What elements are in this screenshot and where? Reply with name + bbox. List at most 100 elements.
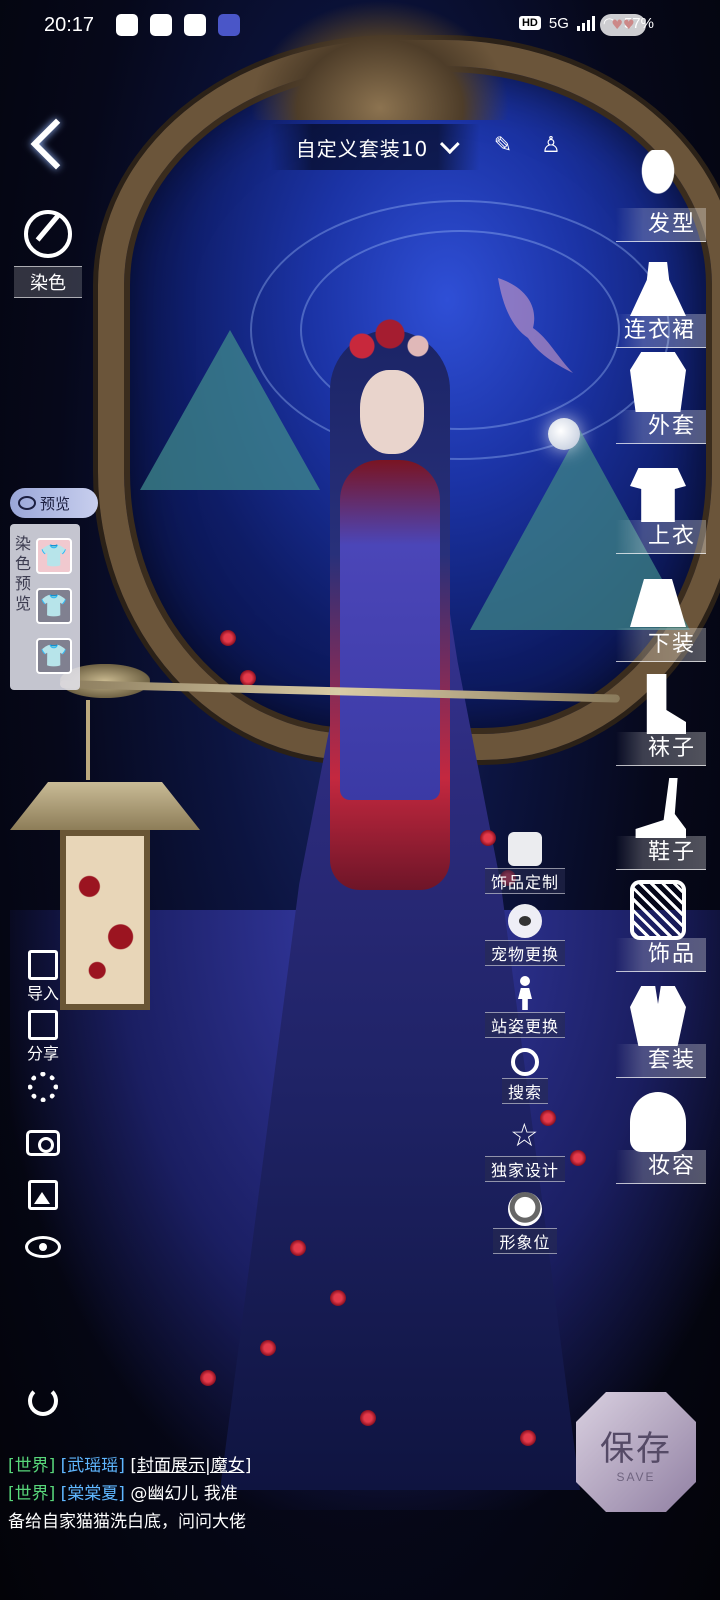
chat-message: [世界] [棠棠夏] @幽幻儿 我准 [8, 1480, 568, 1508]
eye-icon [18, 496, 36, 510]
category-label: 妆容 [616, 1150, 706, 1184]
hide-ui-button[interactable] [20, 1236, 66, 1258]
wechat-icon [116, 14, 139, 36]
category-bottom[interactable]: 下装 [602, 570, 706, 662]
pet-change-button[interactable]: 宠物更换 [470, 904, 580, 966]
dye-button[interactable]: 染色 [14, 210, 82, 298]
camera-button[interactable] [20, 1130, 66, 1156]
brush-icon[interactable]: ✎ [488, 130, 518, 160]
chat-channel: [世界] [8, 1484, 56, 1504]
palette-icon [24, 210, 72, 258]
camera-icon [26, 1130, 60, 1156]
chat-user[interactable]: [棠棠夏] [61, 1484, 125, 1504]
message-icon [184, 14, 207, 36]
chat-text: @幽幻儿 我准 [130, 1484, 238, 1504]
share-icon [28, 1010, 58, 1040]
share-label: 分享 [26, 1044, 59, 1063]
import-label: 导入 [26, 984, 59, 1003]
category-top[interactable]: 上衣 [602, 462, 706, 554]
share-button[interactable]: 分享 [20, 1010, 66, 1064]
qq-icon [150, 14, 173, 36]
category-label: 袜子 [616, 732, 706, 766]
makeup-icon [630, 1092, 686, 1152]
reset-icon [28, 1386, 58, 1416]
feature-label: 搜索 [501, 1078, 548, 1104]
category-label: 饰品 [616, 938, 706, 972]
outfit-selector[interactable]: 自定义套装10 [270, 124, 480, 170]
save-button[interactable]: 保存 SAVE [576, 1392, 696, 1512]
dress-icon[interactable]: ♙ [536, 130, 566, 160]
category-hair[interactable]: 发型 [602, 150, 706, 242]
dress-icon [630, 256, 686, 316]
chat-text[interactable]: [封面展示|魔女] [130, 1456, 251, 1476]
feature-label: 饰品定制 [484, 868, 565, 894]
feature-label: 形象位 [493, 1228, 557, 1254]
network-type: 5G [548, 14, 569, 32]
hd-badge: HD [518, 16, 541, 30]
back-button[interactable] [24, 116, 76, 176]
pose-change-button[interactable]: 站姿更换 [470, 976, 580, 1038]
search-icon [511, 1048, 539, 1076]
world-chat[interactable]: [世界] [武瑶瑶] [封面展示|魔女] [世界] [棠棠夏] @幽幻儿 我准 … [8, 1452, 568, 1536]
category-shoes[interactable]: 鞋子 [602, 778, 706, 870]
dye-slot-1[interactable]: 👕 [36, 538, 72, 574]
dye-label: 染色 [14, 266, 82, 298]
category-label: 连衣裙 [616, 314, 706, 348]
floral-headpiece [320, 316, 460, 376]
shirt-icon [630, 468, 686, 522]
import-icon [28, 950, 58, 980]
handbag-icon [630, 880, 686, 940]
category-label: 外套 [616, 410, 706, 444]
signal-icon [576, 15, 595, 31]
dye-slot-3[interactable]: 👕 [36, 638, 72, 674]
settings-button[interactable] [20, 1072, 66, 1102]
chat-message-continued: 备给自家猫猫洗白底，问问大佬 [8, 1508, 568, 1536]
import-button[interactable]: 导入 [20, 950, 66, 1004]
feature-label: 站姿更换 [484, 1012, 565, 1038]
feature-label: 独家设计 [484, 1156, 565, 1182]
preview-toggle[interactable]: 预览 [10, 488, 98, 518]
face [360, 370, 424, 454]
save-label: 保存 [600, 1428, 672, 1469]
chat-user[interactable]: [武瑶瑶] [61, 1456, 125, 1476]
category-label: 下装 [616, 628, 706, 662]
chat-text: 备给自家猫猫洗白底，问问大佬 [8, 1512, 246, 1532]
high-heel-icon [635, 778, 686, 838]
gallery-button[interactable] [20, 1180, 66, 1210]
dye-preview-label: 染色预览 [14, 534, 31, 613]
chevron-down-icon [440, 134, 460, 155]
chat-message: [世界] [武瑶瑶] [封面展示|魔女] [8, 1452, 568, 1480]
coat-icon [630, 352, 686, 412]
category-label: 发型 [616, 208, 706, 242]
outfit-name: 自定义套装10 [295, 136, 429, 161]
dye-slot-2[interactable]: 👕 [36, 588, 72, 624]
chat-channel: [世界] [8, 1456, 56, 1476]
exclusive-design-button[interactable]: 独家设计 [470, 1116, 580, 1182]
category-label: 鞋子 [616, 836, 706, 870]
search-button[interactable]: 搜索 [470, 1048, 580, 1104]
category-label: 套装 [616, 1044, 706, 1078]
accessory-custom-button[interactable]: 饰品定制 [470, 832, 580, 894]
category-socks[interactable]: 袜子 [602, 674, 706, 766]
feature-label: 宠物更换 [484, 940, 565, 966]
reset-button[interactable] [20, 1386, 66, 1416]
category-dress[interactable]: 连衣裙 [602, 256, 706, 348]
status-time: 20:17 [44, 13, 95, 36]
image-icon [28, 1180, 58, 1210]
dye-preview-panel: 染色预览 👕 👕 👕 [10, 524, 80, 690]
skirt-icon [630, 579, 686, 627]
category-suit[interactable]: 套装 [602, 986, 706, 1078]
category-coat[interactable]: 外套 [602, 352, 706, 444]
app-icon [218, 14, 241, 36]
category-accessories[interactable]: 饰品 [602, 880, 706, 972]
gear-icon [28, 1072, 58, 1102]
sock-icon [646, 674, 686, 734]
category-label: 上衣 [616, 520, 706, 554]
star-icon [508, 1116, 542, 1154]
image-slot-button[interactable]: 形象位 [470, 1192, 580, 1254]
shirt-icon: 👕 [40, 543, 68, 569]
paw-icon [508, 904, 542, 938]
eye-icon [25, 1236, 61, 1258]
category-makeup[interactable]: 妆容 [602, 1092, 706, 1184]
shirt-icon: 👕 [40, 593, 68, 619]
